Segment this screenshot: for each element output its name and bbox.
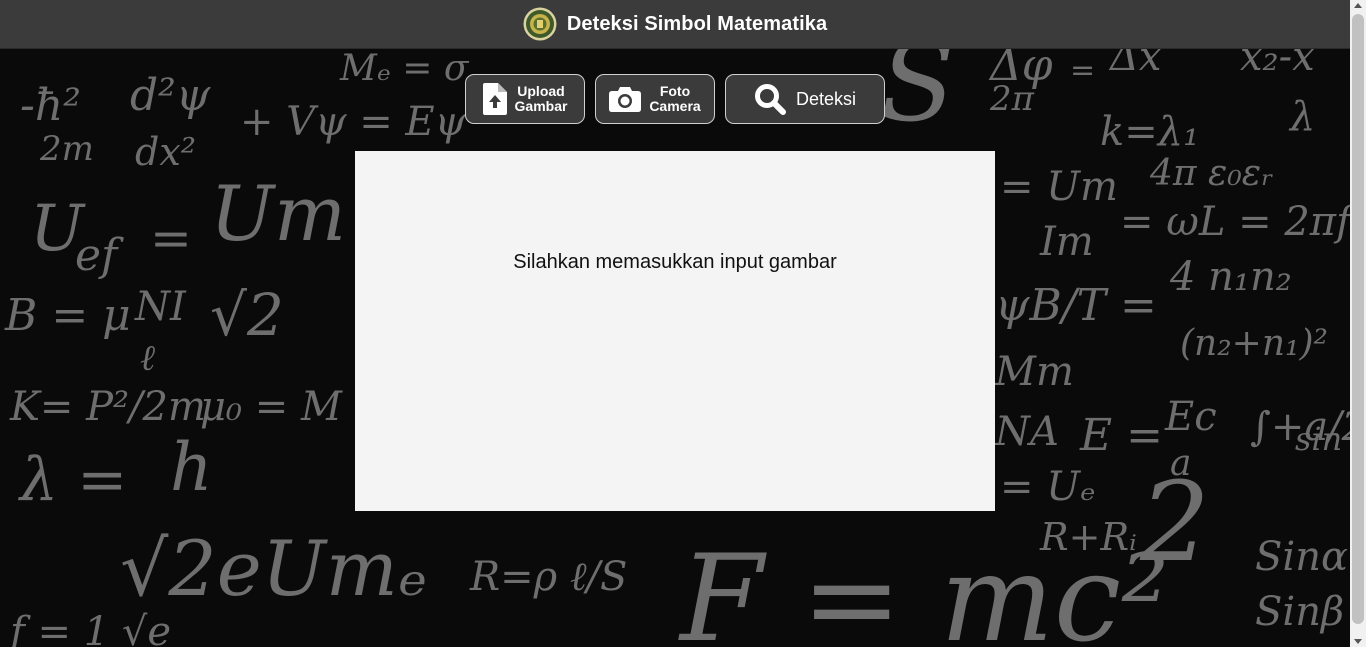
svg-text:Ec: Ec	[1164, 394, 1217, 440]
camera-label-line2: Camera	[649, 98, 701, 114]
app-header: Deteksi Simbol Matematika	[0, 0, 1350, 49]
svg-text:ƒ = 1 √e: ƒ = 1 √e	[2, 609, 171, 647]
svg-text:= Uₑ: = Uₑ	[1000, 464, 1095, 510]
svg-text:R=ρ ℓ/S: R=ρ ℓ/S	[469, 554, 627, 600]
scroll-down-arrow-icon[interactable]	[1354, 639, 1362, 644]
svg-text:Sinβ: Sinβ	[1255, 589, 1344, 635]
camera-button-label: Foto Camera	[649, 84, 700, 114]
svg-text:NI: NI	[134, 284, 187, 330]
svg-text:=: =	[150, 209, 192, 267]
svg-text:λ =: λ =	[18, 445, 127, 515]
svg-text:E =: E =	[1079, 410, 1163, 461]
svg-text:Mm: Mm	[994, 349, 1074, 395]
camera-icon	[609, 87, 642, 112]
svg-text:= Um: = Um	[1000, 164, 1118, 210]
svg-text:4π ε₀εᵣ: 4π ε₀εᵣ	[1149, 153, 1274, 194]
svg-text:R+Rᵢ: R+Rᵢ	[1039, 515, 1137, 559]
svg-text:Sinα: Sinα	[1255, 534, 1348, 580]
svg-text:NA: NA	[994, 409, 1059, 455]
svg-text:ψB/T =: ψB/T =	[995, 280, 1157, 331]
search-icon	[754, 84, 786, 115]
svg-text:√2: √2	[210, 281, 284, 349]
svg-text:ℓ: ℓ	[140, 338, 155, 379]
detect-button-label: Deteksi	[795, 88, 857, 109]
upload-label-line2: Gambar	[514, 98, 568, 114]
upload-button-label: Upload Gambar	[515, 84, 568, 114]
file-upload-icon	[482, 83, 507, 115]
svg-text:√2eUmₑ: √2eUmₑ	[120, 524, 427, 613]
app-title: Deteksi Simbol Matematika	[566, 12, 828, 35]
svg-text:Im: Im	[1039, 219, 1094, 265]
svg-text:sin: sin	[1295, 420, 1342, 458]
university-seal-icon	[523, 7, 557, 41]
scroll-up-arrow-icon[interactable]	[1354, 3, 1362, 8]
image-preview-panel: Silahkan memasukkan input gambar	[355, 151, 995, 511]
toolbar: Upload Gambar Foto Camera Deteksi	[0, 74, 1350, 126]
detect-button[interactable]: Deteksi	[725, 74, 885, 124]
svg-text:B = μ: B = μ	[4, 290, 131, 341]
svg-text:ef: ef	[75, 230, 124, 281]
upload-label-line1: Upload	[517, 83, 565, 99]
svg-text:h: h	[170, 429, 213, 506]
camera-label-line1: Foto	[659, 83, 691, 99]
scrollbar-thumb[interactable]	[1352, 14, 1364, 624]
svg-text:K= P²/2m: K= P²/2m	[9, 384, 206, 430]
svg-text:2: 2	[1139, 458, 1210, 586]
vertical-scrollbar[interactable]	[1350, 0, 1366, 647]
input-prompt-message: Silahkan memasukkan input gambar	[513, 251, 837, 273]
svg-text:2m: 2m	[39, 129, 94, 169]
svg-text:(n₂+n₁)²: (n₂+n₁)²	[1180, 323, 1328, 364]
upload-image-button[interactable]: Upload Gambar	[465, 74, 585, 124]
take-photo-button[interactable]: Foto Camera	[595, 74, 715, 124]
svg-text:dx²: dx²	[135, 130, 196, 174]
page: -ħ² 2m d²ψ dx² + Vψ = Eψ Mₑ = σ U ef = U…	[0, 0, 1350, 647]
svg-text:Um: Um	[210, 169, 346, 258]
svg-text:μ₀ = M: μ₀ = M	[200, 384, 343, 430]
svg-text:4 n₁n₂: 4 n₁n₂	[1169, 254, 1292, 300]
svg-text:= ωL = 2πf: = ωL = 2πf	[1120, 199, 1350, 245]
